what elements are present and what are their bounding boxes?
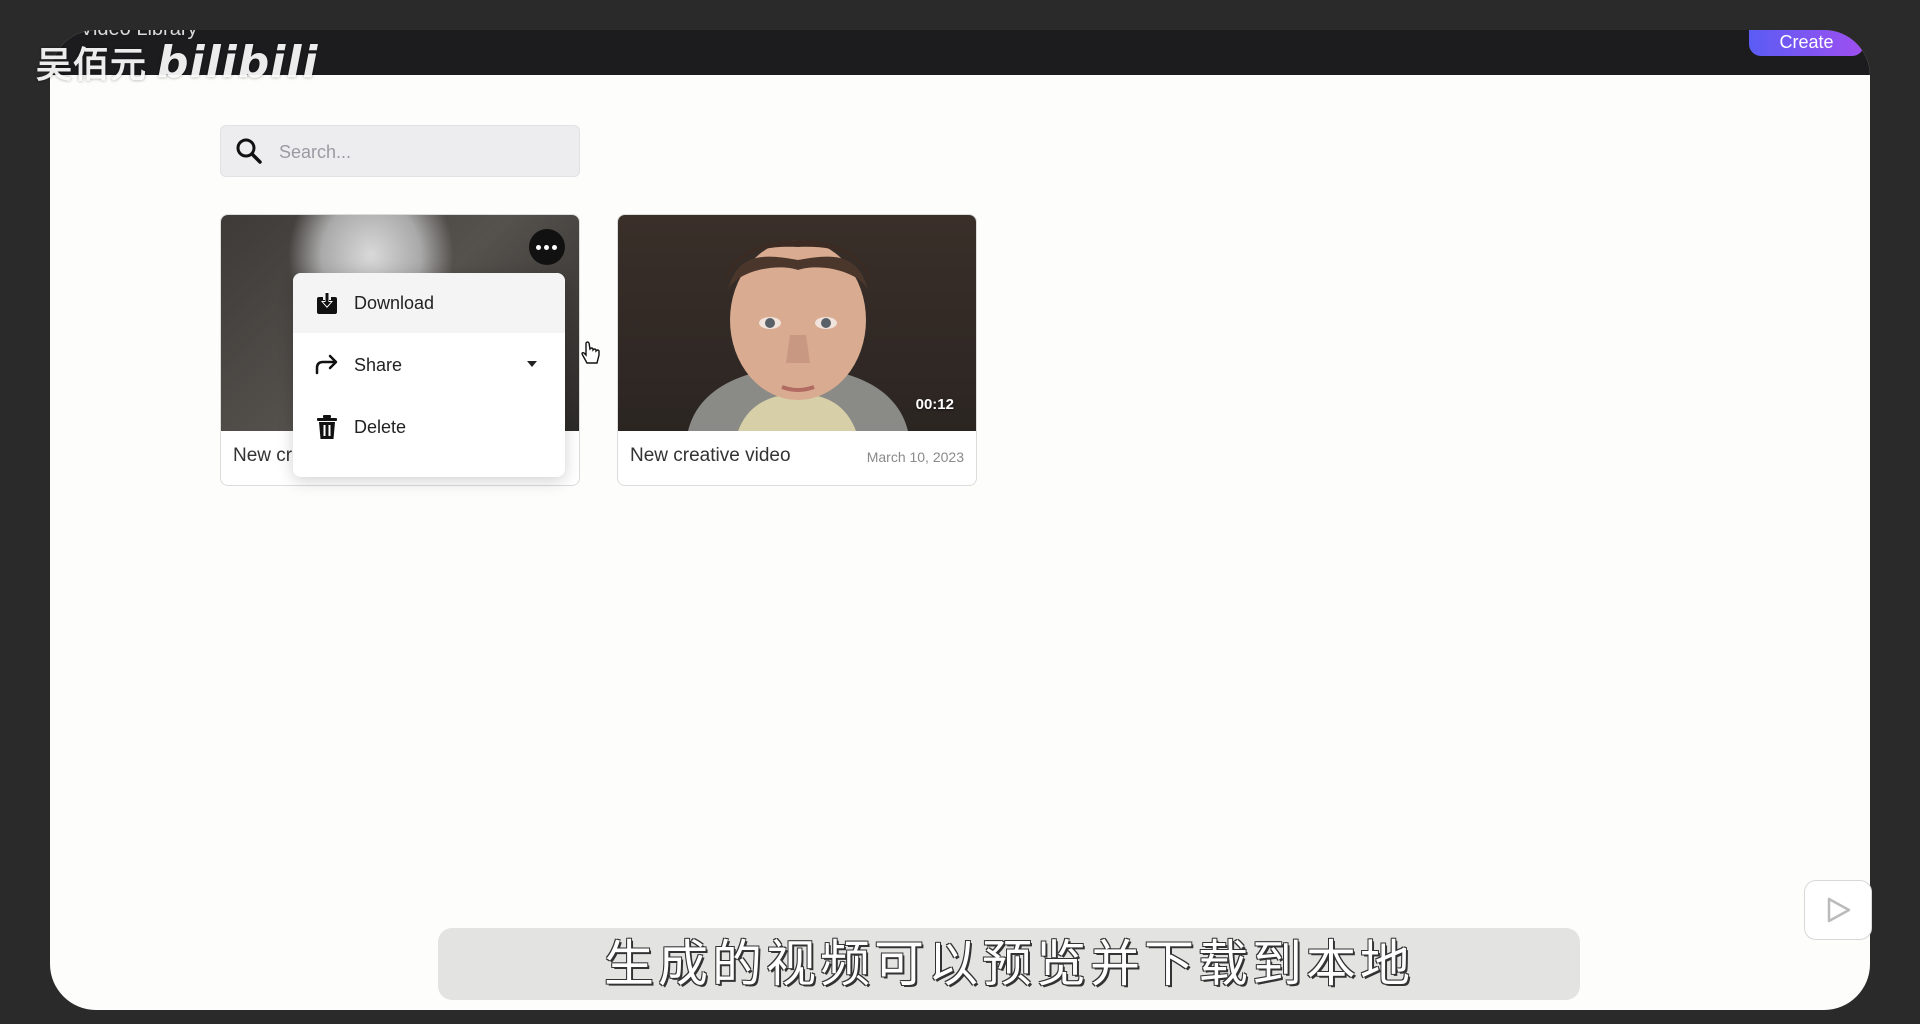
- bilibili-logo: bilibili: [157, 37, 319, 88]
- hand-cursor-icon: [581, 341, 600, 364]
- subtitle-text: 生成的视频可以预览并下载到本地: [604, 935, 1414, 993]
- watermark-author: 吴佰元: [36, 45, 148, 86]
- video-title: New creative video: [630, 445, 791, 466]
- menu-item-delete[interactable]: Delete: [293, 397, 565, 457]
- trash-icon: [317, 415, 337, 439]
- duration-badge: 00:12: [915, 396, 954, 413]
- watermark: 吴佰元 bilibili: [36, 36, 319, 88]
- menu-item-share[interactable]: Share: [293, 335, 565, 395]
- download-icon: [317, 291, 337, 314]
- top-bar: Video Library Create: [50, 30, 1870, 75]
- video-card[interactable]: 00:12 New creative video March 10, 2023: [617, 214, 977, 486]
- search-input[interactable]: [277, 126, 571, 178]
- search-box[interactable]: [220, 125, 580, 178]
- video-date: March 10, 2023: [866, 449, 964, 465]
- search-icon: [236, 138, 262, 164]
- play-button[interactable]: [1804, 880, 1872, 940]
- more-options-icon[interactable]: [529, 229, 565, 265]
- menu-item-download[interactable]: Download: [293, 273, 565, 333]
- context-menu: Download Share Delete: [293, 273, 565, 477]
- submenu-arrow-icon: [527, 361, 537, 367]
- menu-item-label: Delete: [354, 417, 407, 437]
- app-window: Video Library Create New creative video: [50, 30, 1870, 1010]
- menu-item-label: Share: [354, 355, 403, 375]
- subtitle-bar: 生成的视频可以预览并下载到本地: [438, 928, 1580, 1000]
- play-icon: [1827, 897, 1851, 923]
- menu-item-label: Download: [354, 293, 435, 313]
- share-icon: [315, 354, 338, 375]
- create-button[interactable]: Create: [1749, 30, 1864, 56]
